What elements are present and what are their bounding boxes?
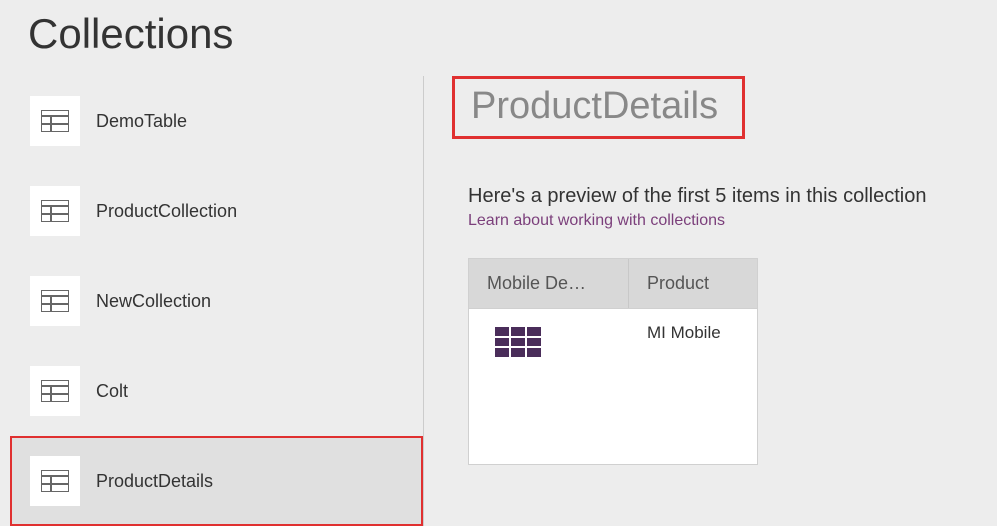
sidebar-item-label: Colt bbox=[96, 381, 128, 402]
column-header-product[interactable]: Product bbox=[629, 259, 757, 308]
table-icon bbox=[30, 456, 80, 506]
sidebar-item-label: ProductDetails bbox=[96, 471, 213, 492]
sidebar-item-productcollection[interactable]: ProductCollection bbox=[10, 166, 423, 256]
table-header-row: Mobile De… Product bbox=[469, 259, 757, 308]
collection-title-highlight: ProductDetails bbox=[452, 76, 745, 139]
sidebar-item-label: ProductCollection bbox=[96, 201, 237, 222]
table-icon bbox=[30, 276, 80, 326]
collection-detail-panel: ProductDetails Here's a preview of the f… bbox=[424, 76, 997, 526]
sidebar-item-newcollection[interactable]: NewCollection bbox=[10, 256, 423, 346]
sidebar-item-label: DemoTable bbox=[96, 111, 187, 132]
sidebar-item-demotable[interactable]: DemoTable bbox=[10, 76, 423, 166]
table-icon bbox=[30, 96, 80, 146]
sidebar-item-label: NewCollection bbox=[96, 291, 211, 312]
table-icon bbox=[30, 186, 80, 236]
collection-title: ProductDetails bbox=[471, 85, 718, 128]
page-title: Collections bbox=[0, 0, 997, 76]
preview-description: Here's a preview of the first 5 items in… bbox=[468, 185, 977, 208]
sidebar-item-colt[interactable]: Colt bbox=[10, 346, 423, 436]
learn-collections-link[interactable]: Learn about working with collections bbox=[468, 212, 977, 230]
preview-table: Mobile De… Product MI Mobile bbox=[468, 258, 758, 465]
cell-mobile-details[interactable] bbox=[469, 309, 629, 376]
table-row[interactable]: MI Mobile bbox=[469, 308, 757, 464]
table-icon bbox=[30, 366, 80, 416]
column-header-mobile-details[interactable]: Mobile De… bbox=[469, 259, 629, 308]
cell-product: MI Mobile bbox=[629, 309, 757, 357]
collections-sidebar: DemoTable ProductCollection NewCollectio… bbox=[0, 76, 423, 526]
sidebar-item-productdetails[interactable]: ProductDetails bbox=[10, 436, 423, 526]
nested-table-icon bbox=[495, 327, 611, 362]
